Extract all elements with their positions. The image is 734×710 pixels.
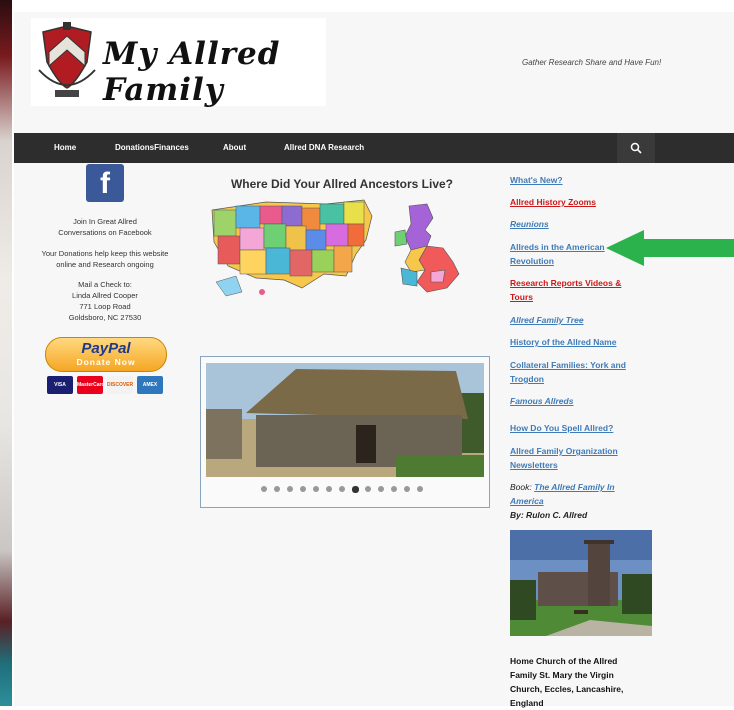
- facebook-icon[interactable]: f: [86, 164, 124, 202]
- donations-text: Your Donations help keep this website on…: [41, 249, 169, 269]
- site-tagline: Gather Research Share and Have Fun!: [522, 58, 662, 67]
- link-collateral-families[interactable]: Collateral Families: York and Trogdon: [510, 358, 636, 386]
- slider-image: [206, 363, 484, 477]
- slider-dot-active[interactable]: [352, 485, 359, 493]
- slider-dot[interactable]: [417, 486, 423, 492]
- book-prefix: Book:: [510, 482, 532, 492]
- link-spell-allred[interactable]: How Do You Spell Allred?: [510, 421, 636, 435]
- image-slider[interactable]: [200, 356, 490, 508]
- link-famous-allreds[interactable]: Famous Allreds: [510, 394, 636, 408]
- site-header: My Allred Family Gather Research Share a…: [14, 12, 734, 133]
- family-crest-icon: [38, 22, 96, 97]
- visa-card-icon: VISA: [47, 376, 73, 394]
- site-logo[interactable]: My Allred Family: [31, 18, 326, 108]
- slider-dot[interactable]: [313, 486, 319, 492]
- link-whats-new[interactable]: What's New?: [510, 173, 636, 187]
- link-allred-family-tree[interactable]: Allred Family Tree: [510, 313, 636, 327]
- mail-address: Mail a Check to: Linda Allred Cooper 771…: [68, 280, 142, 322]
- link-allred-history-zooms[interactable]: Allred History Zooms: [510, 195, 636, 209]
- slider-dot[interactable]: [339, 486, 345, 492]
- church-photo[interactable]: [510, 530, 652, 636]
- slider-dot[interactable]: [391, 486, 397, 492]
- amex-card-icon: AMEX: [137, 376, 163, 394]
- slider-dot[interactable]: [378, 486, 384, 492]
- left-edge-strip: [0, 0, 12, 706]
- us-map-image[interactable]: [206, 196, 378, 300]
- link-organization-newsletters[interactable]: Allred Family Organization Newsletters: [510, 444, 636, 472]
- slider-dot[interactable]: [287, 486, 293, 492]
- payment-cards: VISA MasterCard DISCOVER AMEX: [47, 376, 163, 396]
- facebook-join-text: Join In Great Allred Conversations on Fa…: [58, 217, 152, 237]
- main-nav: Home DonationsFinances About Allred DNA …: [14, 133, 734, 163]
- slider-dot[interactable]: [261, 486, 267, 492]
- nav-allred-dna-research[interactable]: Allred DNA Research: [284, 143, 364, 152]
- book-reference: Book: The Allred Family In America By: R…: [510, 480, 640, 522]
- link-history-allred-name[interactable]: History of the Allred Name: [510, 335, 636, 349]
- paypal-brand: PayPal: [81, 340, 131, 357]
- logo-text: My Allred Family: [103, 36, 281, 108]
- church-caption: Home Church of the Allred Family St. Mar…: [510, 656, 624, 708]
- nav-search-button[interactable]: [617, 133, 655, 163]
- mastercard-icon: MasterCard: [77, 376, 105, 394]
- paypal-action: Donate Now: [76, 357, 136, 367]
- nav-about[interactable]: About: [223, 143, 246, 152]
- search-icon: [630, 142, 642, 154]
- slider-dot[interactable]: [404, 486, 410, 492]
- nav-home[interactable]: Home: [54, 143, 76, 152]
- nav-donations-finances[interactable]: DonationsFinances: [115, 143, 189, 152]
- slider-dot[interactable]: [274, 486, 280, 492]
- uk-map-image[interactable]: [381, 202, 479, 300]
- paypal-donate-button[interactable]: PayPal Donate Now: [45, 337, 167, 372]
- slider-dot[interactable]: [365, 486, 371, 492]
- slider-dot[interactable]: [300, 486, 306, 492]
- slider-dot[interactable]: [326, 486, 332, 492]
- discover-card-icon: DISCOVER: [107, 376, 133, 394]
- link-reunions[interactable]: Reunions: [510, 217, 636, 231]
- page: My Allred Family Gather Research Share a…: [14, 12, 734, 708]
- map-title: Where Did Your Allred Ancestors Live?: [230, 177, 454, 191]
- green-arrow-pointer: [606, 230, 734, 266]
- book-author: By: Rulon C. Allred: [510, 510, 588, 520]
- link-research-reports[interactable]: Research Reports Videos & Tours: [510, 276, 636, 304]
